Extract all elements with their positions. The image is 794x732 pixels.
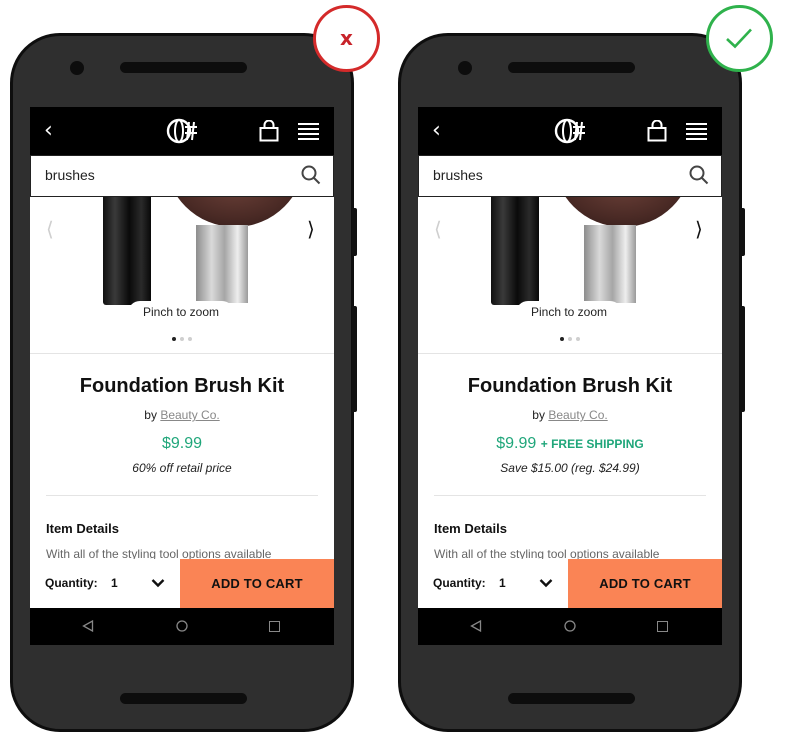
screen: ‹ brushes ⟨ ⟩ Pinch to zoom Foundation B… [30,107,334,645]
quantity-selector[interactable]: Quantity: 1 [30,559,180,608]
back-icon[interactable]: ‹ [44,118,53,143]
correct-badge [706,5,773,72]
carousel-dot[interactable] [568,337,572,341]
price: $9.99 [496,435,537,452]
add-to-cart-button[interactable]: ADD TO CART [568,559,722,608]
item-details-heading: Item Details [46,521,119,536]
purchase-bar: Quantity: 1 ADD TO CART [418,559,722,608]
carousel-dot[interactable] [576,337,580,341]
shopping-bag-icon[interactable] [259,120,279,142]
product-title: Foundation Brush Kit [79,375,285,397]
search-bar [30,155,334,197]
volume-button [352,306,357,412]
purchase-bar: Quantity: 1 ADD TO CART [30,559,334,608]
app-header: ‹ [418,107,722,155]
bottom-speaker [120,693,247,704]
product-image-carousel[interactable]: ⟨ ⟩ Pinch to zoom [418,197,722,353]
phone-frame-incorrect: ‹ brushes ⟨ ⟩ Pinch to zoom Foundation B… [10,33,357,732]
power-button [740,208,745,256]
logo-icon[interactable] [166,116,198,146]
brush-image-black [103,197,151,305]
divider [46,495,318,496]
brush-bristles-image [165,197,305,227]
power-button [352,208,357,256]
front-camera [458,61,472,75]
nav-home-icon[interactable] [564,620,576,632]
carousel-dot[interactable] [180,337,184,341]
brand-link[interactable]: Beauty Co. [548,408,607,422]
volume-button [740,306,745,412]
earpiece-speaker [120,62,247,73]
by-prefix: by [144,408,157,422]
search-icon[interactable] [689,165,709,185]
brush-ferrule-image [584,225,636,303]
logo-icon[interactable] [554,116,586,146]
quantity-value: 1 [111,576,118,590]
quantity-label: Quantity: [45,576,98,590]
phone-frame-correct: ‹ brushes ⟨ ⟩ Pinch to zoom Foundation B… [398,33,745,732]
carousel-prev-icon[interactable]: ⟨ [46,217,54,241]
divider [418,353,722,354]
nav-home-icon[interactable] [176,620,188,632]
carousel-dot-active[interactable] [560,337,564,341]
x-mark: x [340,26,353,50]
brand-line: by Beauty Co. [30,408,334,422]
divider [30,353,334,354]
pinch-to-zoom-hint: Pinch to zoom [128,301,234,327]
search-icon[interactable] [301,165,321,185]
incorrect-badge: x [313,5,380,72]
carousel-next-icon[interactable]: ⟩ [695,217,703,241]
hamburger-menu-icon[interactable] [298,123,319,140]
carousel-dots [558,337,582,343]
back-icon[interactable]: ‹ [432,118,441,143]
app-header: ‹ [30,107,334,155]
carousel-next-icon[interactable]: ⟩ [307,217,315,241]
search-bar [418,155,722,197]
nav-recents-icon[interactable] [269,621,280,632]
brand-link[interactable]: Beauty Co. [160,408,219,422]
price-row: $9.99 [30,435,334,453]
pinch-to-zoom-hint: Pinch to zoom [516,301,622,327]
nav-back-icon[interactable] [82,620,94,632]
divider [434,495,706,496]
product-image-carousel[interactable]: ⟨ ⟩ Pinch to zoom [30,197,334,353]
savings-text: 60% off retail price [132,461,232,475]
free-shipping-label: + FREE SHIPPING [540,437,644,451]
check-icon [726,28,752,49]
quantity-selector[interactable]: Quantity: 1 [418,559,568,608]
product-title: Foundation Brush Kit [467,375,673,397]
nav-back-icon[interactable] [470,620,482,632]
item-details-heading: Item Details [434,521,507,536]
carousel-prev-icon[interactable]: ⟨ [434,217,442,241]
android-nav-bar [30,608,334,645]
bottom-speaker [508,693,635,704]
by-prefix: by [532,408,545,422]
front-camera [70,61,84,75]
chevron-down-icon[interactable] [539,578,553,588]
price: $9.99 [161,435,203,452]
savings-text: Save $15.00 (reg. $24.99) [500,461,640,475]
brush-image-black [491,197,539,305]
shopping-bag-icon[interactable] [647,120,667,142]
quantity-value: 1 [499,576,506,590]
brand-line: by Beauty Co. [418,408,722,422]
price-row: $9.99 + FREE SHIPPING [418,435,722,453]
chevron-down-icon[interactable] [151,578,165,588]
carousel-dot-active[interactable] [172,337,176,341]
search-input[interactable] [433,165,673,185]
brush-bristles-image [553,197,693,227]
carousel-dots [170,337,194,343]
android-nav-bar [418,608,722,645]
search-input[interactable] [45,165,285,185]
earpiece-speaker [508,62,635,73]
brush-ferrule-image [196,225,248,303]
quantity-label: Quantity: [433,576,486,590]
nav-recents-icon[interactable] [657,621,668,632]
hamburger-menu-icon[interactable] [686,123,707,140]
screen: ‹ brushes ⟨ ⟩ Pinch to zoom Foundation B… [418,107,722,645]
add-to-cart-button[interactable]: ADD TO CART [180,559,334,608]
carousel-dot[interactable] [188,337,192,341]
